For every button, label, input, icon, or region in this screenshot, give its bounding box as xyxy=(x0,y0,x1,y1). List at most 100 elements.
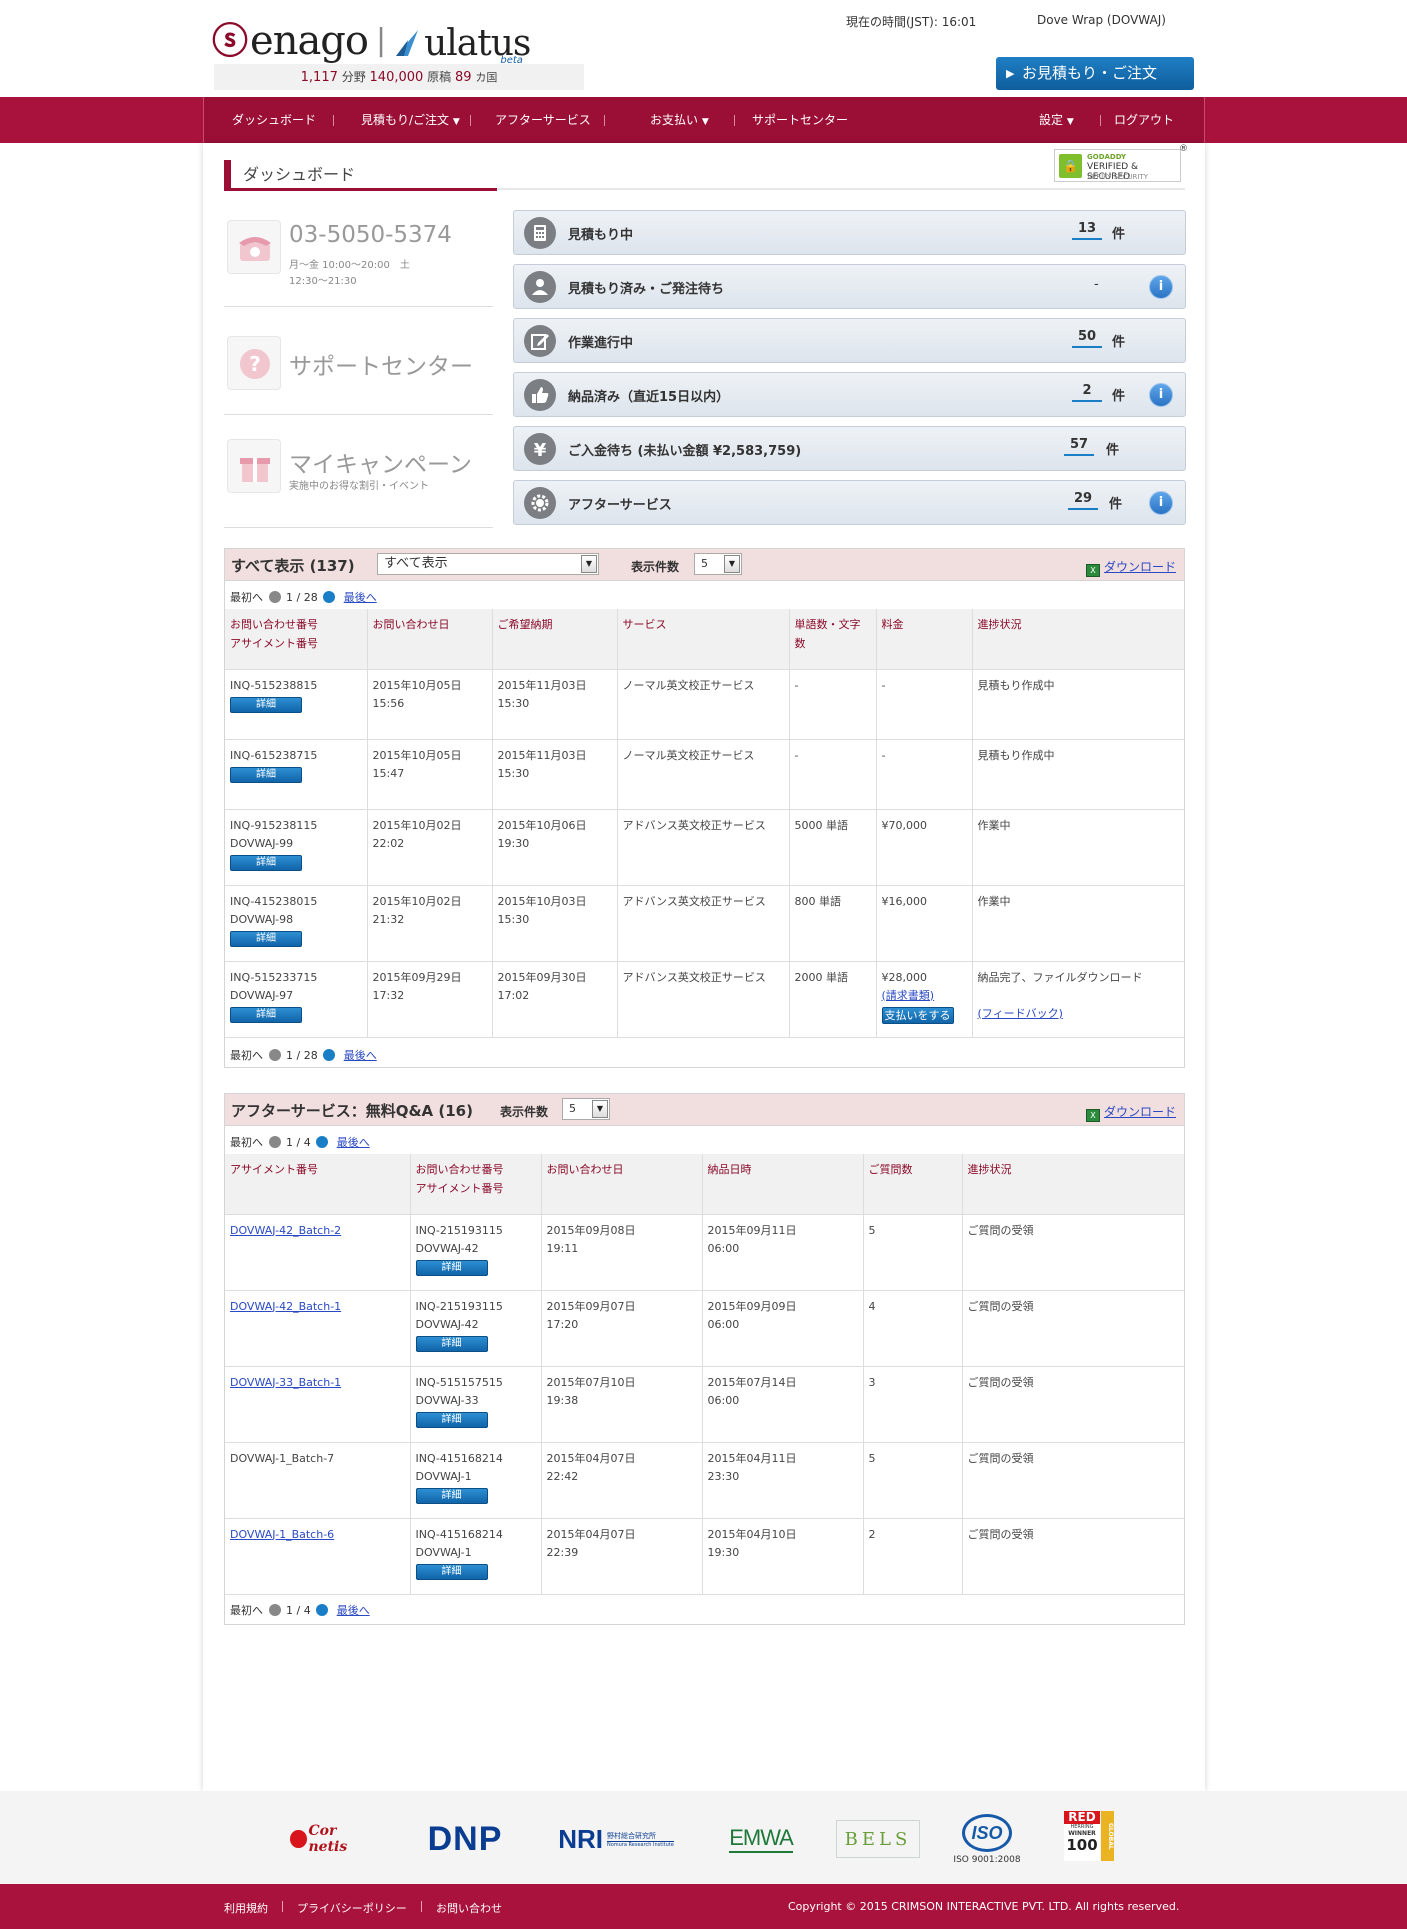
assignment-number: DOVWAJ-1 xyxy=(415,1545,472,1559)
nav-after-service[interactable]: アフターサービス xyxy=(495,97,591,143)
table-row: DOVWAJ-42_Batch-2 INQ-215193115 DOVWAJ-42… xyxy=(225,1213,1184,1291)
stat-card-payment-pending[interactable]: ¥ ご入金待ち (未払い金額 ¥2,583,759) 57 件 xyxy=(513,426,1186,471)
nav-settings[interactable]: 設定 ▼ xyxy=(1039,97,1074,143)
orders-per-page-select[interactable]: 5 ▼ xyxy=(694,553,742,575)
detail-button[interactable]: 詳細 xyxy=(230,766,302,783)
detail-button[interactable]: 詳細 xyxy=(230,696,302,713)
pager-last[interactable]: 最後へ xyxy=(337,1136,370,1149)
pager-last[interactable]: 最後へ xyxy=(344,1049,377,1062)
orders-download[interactable]: X ダウンロード xyxy=(1086,558,1176,577)
qa-table: アサイメント番号 お問い合わせ番号 アサイメント番号 お問い合わせ日 納品日時 ご… xyxy=(225,1154,1184,1595)
batch-link[interactable]: DOVWAJ-1_Batch-6 xyxy=(230,1528,334,1541)
delivery-time: 19:30 xyxy=(707,1545,740,1559)
pager-first[interactable]: 最初へ xyxy=(230,1049,263,1062)
nav-quote-order[interactable]: 見積もり/ご注文 ▼ xyxy=(361,97,460,143)
pager-first[interactable]: 最初へ xyxy=(230,1136,263,1149)
prev-page-icon[interactable] xyxy=(268,1136,281,1148)
phone-number[interactable]: 03-5050-5374 xyxy=(289,222,452,248)
nav-dashboard[interactable]: ダッシュボード xyxy=(232,97,316,143)
footer-contact-link[interactable]: お問い合わせ xyxy=(436,1900,502,1916)
detail-button[interactable]: 詳細 xyxy=(230,1006,302,1023)
nav-support[interactable]: サポートセンター xyxy=(752,97,848,143)
site-footer: 利用規約 プライバシーポリシー お問い合わせ Copyright © 2015 … xyxy=(0,1884,1407,1929)
batch-link[interactable]: DOVWAJ-42_Batch-1 xyxy=(230,1300,341,1313)
due-date: 2015年11月03日 xyxy=(497,678,587,692)
inquiry-number: INQ-615238715 xyxy=(230,748,318,762)
detail-button[interactable]: 詳細 xyxy=(415,1411,488,1428)
pager-first[interactable]: 最初へ xyxy=(230,591,263,604)
info-icon[interactable]: i xyxy=(1149,275,1173,299)
nav-divider xyxy=(333,115,334,126)
campaign-link[interactable]: マイキャンペーン 実施中のお得な割引・イベント xyxy=(224,415,493,528)
enago-logo-text: enago xyxy=(250,18,369,64)
next-page-icon[interactable] xyxy=(323,1049,336,1061)
table-row: INQ-615238715 詳細 2015年10月05日 15:47 2015年11… xyxy=(225,738,1184,810)
inquiry-time: 21:32 xyxy=(372,912,405,926)
user-name[interactable]: Dove Wrap (DOVWAJ) xyxy=(1037,13,1166,27)
pager-last[interactable]: 最後へ xyxy=(337,1604,370,1617)
stat-count[interactable]: 57 xyxy=(1064,437,1094,456)
service: アドバンス英文校正サービス xyxy=(616,884,790,962)
invoice-link[interactable]: (請求書類) xyxy=(882,989,935,1002)
inquiry-number: INQ-415168214 xyxy=(415,1451,503,1465)
qa-download-link[interactable]: ダウンロード xyxy=(1104,1105,1176,1119)
next-page-icon[interactable] xyxy=(316,1136,329,1148)
feedback-link[interactable]: (フィードバック) xyxy=(978,1007,1063,1020)
info-icon[interactable]: i xyxy=(1149,383,1173,407)
stat-card-quoting[interactable]: 見積もり中 13 件 xyxy=(513,210,1186,255)
pager-last[interactable]: 最後へ xyxy=(344,591,377,604)
due-time: 15:30 xyxy=(497,766,530,780)
stat-card-in-progress[interactable]: 作業進行中 50 件 xyxy=(513,318,1186,363)
brand-logo[interactable]: ⓢ enago | ulatus beta 1,117 分野 140,000 原… xyxy=(212,6,584,90)
stat-card-awaiting-order[interactable]: 見積もり済み・ご発注待ち - i xyxy=(513,264,1186,309)
stat-countries-count: 89 xyxy=(454,70,472,85)
qa-per-page-select[interactable]: 5 ▼ xyxy=(562,1098,610,1120)
stat-count[interactable]: 50 xyxy=(1072,329,1102,348)
support-center-link[interactable]: ? サポートセンター xyxy=(224,307,493,415)
svg-text:¥: ¥ xyxy=(534,440,547,459)
pager-first[interactable]: 最初へ xyxy=(230,1604,263,1617)
qa-title: アフターサービス：無料Q&A (16) xyxy=(231,1102,473,1120)
orders-download-link[interactable]: ダウンロード xyxy=(1104,560,1176,574)
stat-label: 見積もり中 xyxy=(568,228,634,243)
prev-page-icon[interactable] xyxy=(268,1604,281,1616)
detail-button[interactable]: 詳細 xyxy=(415,1335,488,1352)
next-page-icon[interactable] xyxy=(316,1604,329,1616)
col-question-count: ご質問数 xyxy=(862,1154,963,1215)
stat-card-after-service[interactable]: アフターサービス 29 件 i xyxy=(513,480,1186,525)
orders-filter-select[interactable]: すべて表示 ▼ xyxy=(377,553,599,575)
nav-logout[interactable]: ログアウト xyxy=(1114,97,1174,143)
footer-terms-link[interactable]: 利用規約 xyxy=(224,1900,268,1916)
nav-payment[interactable]: お支払い ▼ xyxy=(650,97,709,143)
batch-link[interactable]: DOVWAJ-33_Batch-1 xyxy=(230,1376,341,1389)
stat-card-delivered[interactable]: 納品済み（直近15日以内） 2 件 i xyxy=(513,372,1186,417)
footer-privacy-link[interactable]: プライバシーポリシー xyxy=(297,1900,407,1916)
table-row: DOVWAJ-33_Batch-1 INQ-515157515 DOVWAJ-33… xyxy=(225,1365,1184,1443)
support-center-label: サポートセンター xyxy=(289,354,473,380)
prev-page-icon[interactable] xyxy=(268,1049,281,1061)
due-time: 15:30 xyxy=(497,696,530,710)
detail-button[interactable]: 詳細 xyxy=(230,854,302,871)
campaign-sub: 実施中のお得な割引・イベント xyxy=(289,481,429,492)
detail-button[interactable]: 詳細 xyxy=(415,1259,488,1276)
detail-button[interactable]: 詳細 xyxy=(415,1563,488,1580)
prev-page-icon[interactable] xyxy=(268,591,281,603)
status: ご質問の受領 xyxy=(961,1213,1184,1291)
svg-text:?: ? xyxy=(249,352,261,376)
pay-button[interactable]: 支払いをする xyxy=(881,1006,954,1024)
word-count: 800 単語 xyxy=(788,884,877,962)
due-date: 2015年11月03日 xyxy=(497,748,587,762)
detail-button[interactable]: 詳細 xyxy=(415,1487,488,1504)
dnp-logo: DNP xyxy=(427,1819,503,1858)
stat-count[interactable]: 13 xyxy=(1072,221,1102,240)
delivery-date: 2015年04月11日 xyxy=(707,1451,797,1465)
godaddy-seal[interactable]: 🔒 GODADDY VERIFIED & SECURED VERIFY SECU… xyxy=(1054,144,1188,182)
quote-order-button[interactable]: ▶ お見積もり・ご注文 xyxy=(996,57,1194,90)
next-page-icon[interactable] xyxy=(323,591,336,603)
batch-link[interactable]: DOVWAJ-42_Batch-2 xyxy=(230,1224,341,1237)
stat-count[interactable]: 29 xyxy=(1068,491,1098,510)
info-icon[interactable]: i xyxy=(1149,491,1173,515)
detail-button[interactable]: 詳細 xyxy=(230,930,302,947)
qa-download[interactable]: X ダウンロード xyxy=(1086,1103,1176,1122)
stat-count[interactable]: 2 xyxy=(1072,383,1102,402)
